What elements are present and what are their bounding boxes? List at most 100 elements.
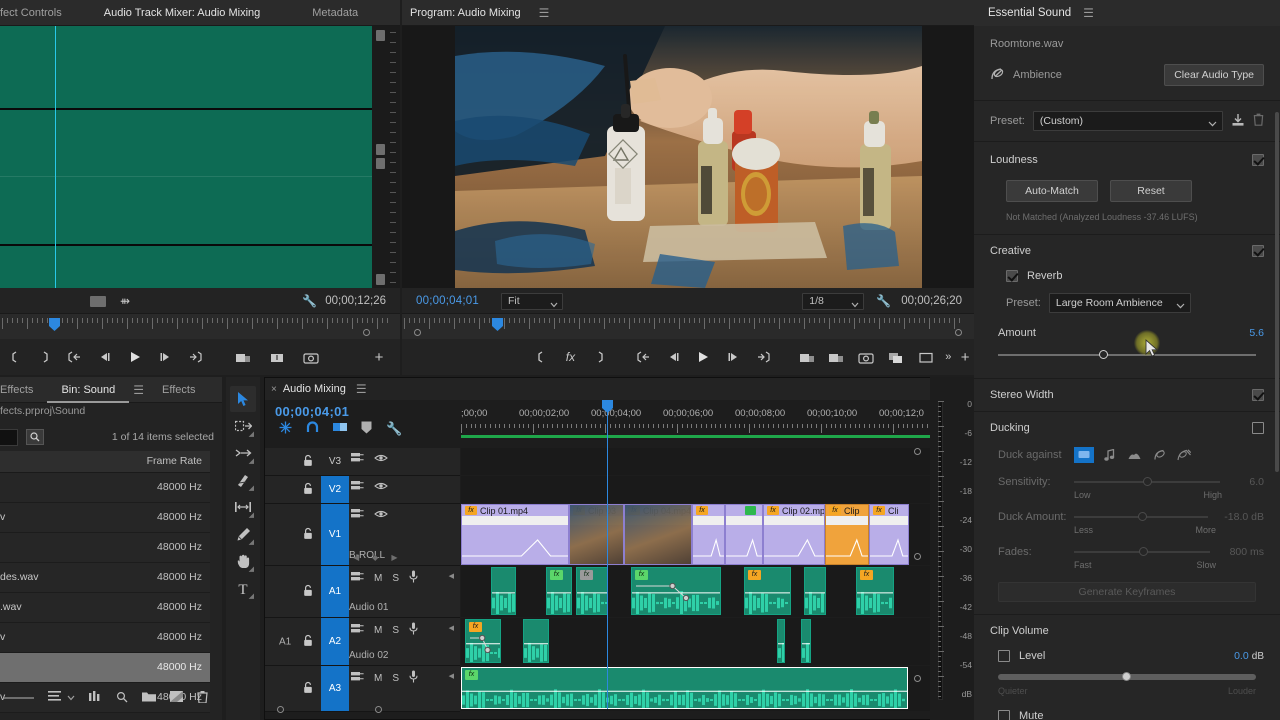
source-time-ruler[interactable] (0, 313, 400, 339)
ducking-enable-checkbox[interactable] (1252, 422, 1264, 434)
tab-program-audio-mixing[interactable]: Program: Audio Mixing (402, 0, 535, 26)
clip-volume-rubber-band[interactable] (870, 534, 909, 564)
source-duration-timecode[interactable]: 00;00;12;26 (325, 295, 386, 307)
overwrite-button[interactable] (262, 343, 292, 371)
track-area-a1[interactable]: fx fx fx fx fx (461, 566, 959, 617)
amount-slider-knob[interactable] (1098, 350, 1108, 359)
clip-volume-rubber-band[interactable] (693, 534, 725, 564)
timeline-panel-menu-icon[interactable]: ☰ (352, 382, 371, 396)
track-target-v3[interactable]: V3 (321, 448, 349, 475)
microphone-icon[interactable] (409, 570, 418, 586)
timeline-settings-wrench-icon[interactable]: 🔧 (386, 421, 402, 437)
timeline-scroll-handle-mid[interactable] (914, 553, 921, 560)
track-target-v2[interactable]: V2 (321, 476, 349, 503)
audio-clip[interactable]: fx (631, 567, 721, 615)
track-header-a2[interactable]: A1 A2 M S Audio 02 ◀ (265, 618, 460, 666)
more-tools-chevron[interactable]: » (940, 343, 956, 371)
sort-chevron-icon[interactable] (67, 692, 75, 704)
column-header-frame-rate[interactable]: Frame Rate (147, 455, 202, 467)
duck-amount-slider[interactable] (1074, 510, 1208, 524)
solo-track-button[interactable]: S (392, 625, 399, 636)
tab-effects-left[interactable]: Effects (0, 377, 47, 403)
level-value[interactable]: 0.0 (1234, 650, 1249, 662)
source-playhead[interactable] (55, 26, 56, 288)
track-output-icon[interactable] (351, 623, 364, 637)
clip-volume-rubber-band[interactable] (462, 534, 569, 564)
level-slider-knob[interactable] (1121, 672, 1131, 681)
program-zoom-handle-right[interactable] (955, 329, 962, 336)
amount-value[interactable]: 5.6 (1249, 327, 1264, 339)
sensitivity-slider[interactable] (1074, 475, 1220, 489)
source-settings-icon[interactable] (90, 295, 106, 307)
duck-against-unassigned-icon[interactable] (1174, 447, 1194, 463)
mute-track-button[interactable]: M (374, 573, 382, 584)
wrench-icon[interactable]: 🔧 (302, 294, 317, 308)
step-forward-button[interactable] (150, 343, 180, 371)
add-keyframe-icon[interactable]: ◆ (372, 553, 378, 562)
clip-keyframes[interactable] (466, 630, 501, 663)
essential-sound-menu-icon[interactable]: ☰ (1079, 6, 1098, 20)
audio-clip[interactable]: fx (576, 567, 608, 615)
track-lock-icon[interactable] (303, 482, 313, 497)
duck-against-music-icon[interactable] (1099, 447, 1119, 463)
keyframe-nav-controls[interactable]: ◀ ◆ ▶ (353, 553, 397, 562)
video-clip[interactable]: fx Cli (869, 504, 909, 565)
step-back-button[interactable] (659, 343, 689, 371)
microphone-icon[interactable] (409, 622, 418, 638)
program-duration-timecode[interactable]: 00;00;26;20 (901, 295, 962, 307)
timeline-playhead-timecode[interactable]: 00;00;04;01 (265, 400, 460, 421)
track-target-a1[interactable]: A1 (321, 566, 349, 617)
amount-slider[interactable] (998, 348, 1256, 362)
video-clip[interactable]: fxClip 04.mp4 (624, 504, 692, 565)
video-clip[interactable]: fx Clip 01.mp4 (461, 504, 569, 565)
go-to-in-button[interactable] (60, 343, 90, 371)
audio-clip[interactable] (804, 567, 826, 615)
eye-toggle-icon[interactable] (374, 481, 388, 494)
track-expand-icon[interactable]: ◀ (449, 672, 454, 680)
slip-tool[interactable]: ◢ (230, 494, 256, 520)
reverb-preset-select[interactable]: Large Room Ambience (1048, 293, 1191, 313)
lift-button[interactable] (792, 343, 822, 371)
find-icon[interactable] (26, 429, 44, 445)
audio-clip[interactable]: fx (744, 567, 791, 615)
linked-selection-icon[interactable] (333, 421, 347, 437)
mark-out-button[interactable] (585, 343, 615, 371)
play-stop-button[interactable] (689, 343, 719, 371)
tab-essential-sound[interactable]: Essential Sound (988, 7, 1071, 19)
effects-fx-icon[interactable]: fx (556, 343, 586, 371)
tab-timeline-audio-mixing[interactable]: Audio Mixing (283, 383, 346, 395)
program-current-timecode[interactable]: 00;00;04;01 (416, 295, 479, 307)
hand-tool[interactable]: ◢ (230, 548, 256, 574)
creative-enable-checkbox[interactable] (1252, 245, 1264, 257)
step-back-button[interactable] (90, 343, 120, 371)
source-waveform-display[interactable] (0, 26, 372, 288)
button-editor-plus[interactable]: + (956, 343, 974, 371)
level-enable-checkbox[interactable] (998, 650, 1010, 662)
audio-clip[interactable]: fx (546, 567, 572, 615)
microphone-icon[interactable] (409, 670, 418, 686)
track-output-icon[interactable] (351, 452, 364, 466)
save-preset-icon[interactable] (1231, 113, 1245, 130)
table-row[interactable]: v 48000 Hz (0, 503, 210, 533)
table-row[interactable]: .wav 48000 Hz (0, 593, 210, 623)
pen-tool[interactable]: ◢ (230, 521, 256, 547)
essential-sound-scrollbar[interactable] (1275, 112, 1279, 472)
reverb-enable-checkbox[interactable] (1006, 270, 1018, 282)
close-icon[interactable]: × (271, 384, 277, 395)
export-frame-button[interactable] (296, 343, 326, 371)
eye-toggle-icon[interactable] (374, 509, 388, 522)
source-patch-indicator[interactable]: A1 (279, 636, 291, 647)
next-keyframe-icon[interactable]: ▶ (391, 553, 397, 562)
tab-audio-track-mixer[interactable]: Audio Track Mixer: Audio Mixing (90, 0, 275, 26)
audio-clip[interactable] (523, 619, 549, 663)
search-input[interactable] (0, 428, 18, 446)
mark-out-button[interactable] (30, 343, 60, 371)
track-area-a2[interactable]: fx (461, 618, 959, 665)
snap-sequence-icon[interactable] (279, 421, 292, 437)
video-clip[interactable]: fxClip 02.mp4 (763, 504, 825, 565)
step-forward-button[interactable] (718, 343, 748, 371)
track-header-v1[interactable]: V1 B-ROLL ◀ ◆ ▶ (265, 504, 460, 566)
list-view-icon[interactable] (48, 691, 61, 705)
go-to-out-button[interactable] (180, 343, 210, 371)
track-target-v1[interactable]: V1 (321, 504, 349, 565)
